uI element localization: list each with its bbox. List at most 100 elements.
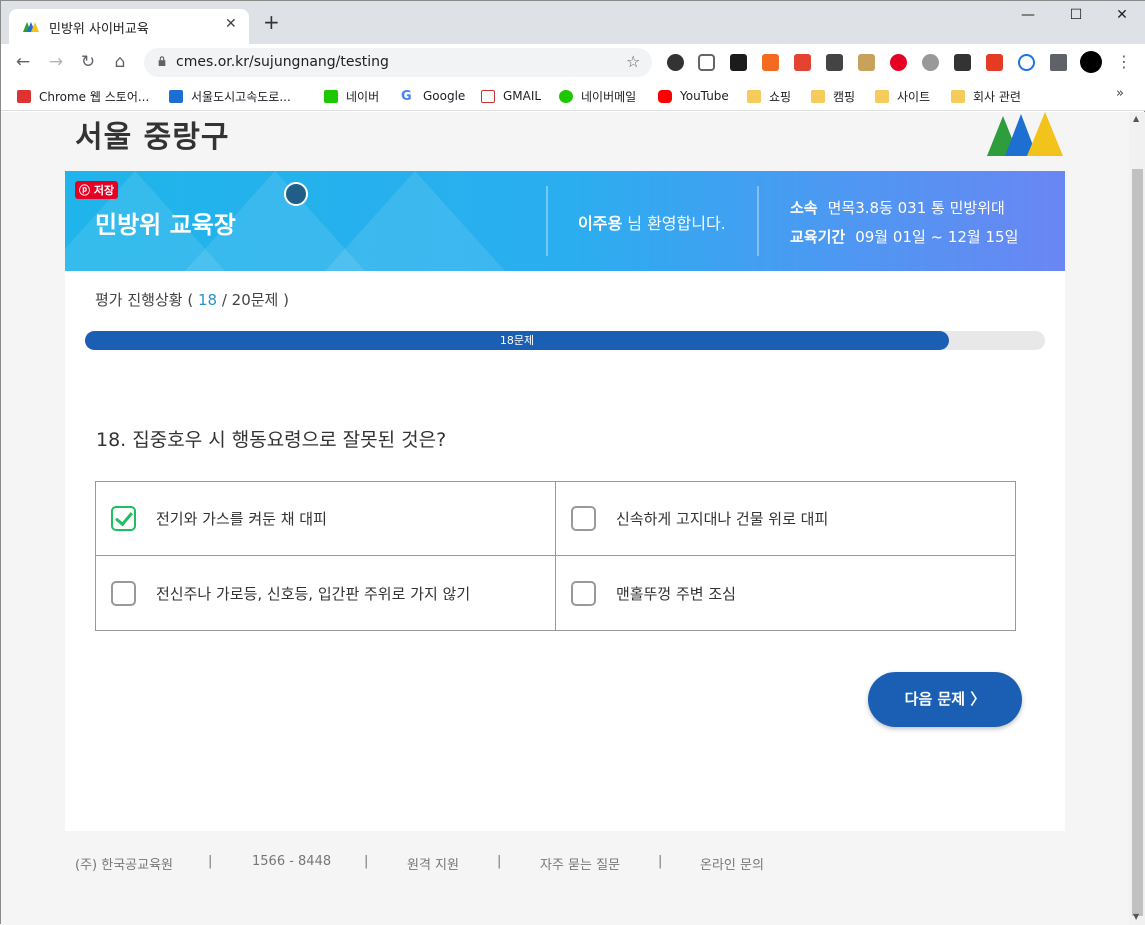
new-tab-button[interactable]: +: [263, 12, 280, 32]
answer-option-3[interactable]: 전신주나 가로등, 신호등, 입간판 주위로 가지 않기: [96, 556, 556, 630]
gmail-icon: [481, 89, 495, 103]
pinterest-icon[interactable]: [890, 54, 907, 71]
extension-e-icon[interactable]: [667, 54, 684, 71]
reload-icon[interactable]: ↻: [77, 52, 99, 72]
footer-company: (주) 한국공교육원: [75, 858, 173, 873]
option-checkbox[interactable]: [571, 580, 596, 606]
url-text: cmes.or.kr/sujungnang/testing: [176, 54, 389, 70]
footer-separator: |: [497, 854, 502, 869]
region-title: 서울 중랑구: [75, 120, 230, 155]
option-checkbox[interactable]: [571, 506, 596, 531]
maximize-button[interactable]: ☐: [1061, 7, 1091, 23]
option-label: 신속하게 고지대나 건물 위로 대피: [616, 510, 829, 528]
bookmark-gmail[interactable]: GMAIL: [481, 86, 541, 106]
tab-strip: 민방위 사이버교육 ✕ + — ☐ ✕: [1, 1, 1145, 44]
period-info: 교육기간 09월 01일 ~ 12월 15일: [790, 228, 1019, 246]
vertical-scrollbar[interactable]: ▲ ▼: [1129, 112, 1145, 925]
banner-divider: [757, 186, 759, 256]
answer-option-2[interactable]: 신속하게 고지대나 건물 위로 대피: [556, 482, 1016, 556]
naver-mail-icon: [559, 89, 573, 103]
footer-separator: |: [364, 854, 369, 869]
folder-icon: [875, 89, 889, 103]
folder-icon: [811, 89, 825, 103]
answer-option-1[interactable]: 전기와 가스를 켜둔 채 대피: [96, 482, 556, 556]
pinterest-save-button[interactable]: ⓟ 저장: [75, 181, 119, 199]
next-question-button[interactable]: 다음 문제 〉: [868, 672, 1022, 727]
expressway-icon: [169, 89, 183, 103]
footer-phone: 1566 - 8448: [252, 854, 332, 869]
option-label: 맨홀뚜껑 주변 조심: [616, 584, 736, 603]
bookmark-folder-shopping[interactable]: 쇼핑: [747, 86, 791, 106]
site-favicon-icon: [23, 22, 39, 32]
profile-avatar[interactable]: [1080, 51, 1102, 73]
scrollbar-thumb[interactable]: [1132, 169, 1143, 916]
footer: (주) 한국공교육원 | 1566 - 8448 | 원격 지원 | 자주 묻는…: [1, 854, 1129, 884]
youtube-icon: [658, 89, 672, 103]
bookmark-folder-sites[interactable]: 사이트: [875, 86, 930, 106]
browser-tab[interactable]: 민방위 사이버교육 ✕: [9, 9, 249, 44]
user-name: 이주용: [578, 214, 623, 233]
bookmark-expressway[interactable]: 서울도시고속도로...: [169, 86, 291, 106]
screenshot-icon[interactable]: [284, 182, 308, 206]
footer-separator: |: [658, 854, 663, 869]
browser-window: 민방위 사이버교육 ✕ + — ☐ ✕ ← → ↻ ⌂ cmes.or.kr/s…: [0, 0, 1145, 925]
extension-n-icon[interactable]: [826, 54, 843, 71]
extension-ex-icon[interactable]: [762, 54, 779, 71]
folder-icon: [951, 89, 965, 103]
scroll-up-icon[interactable]: ▲: [1133, 114, 1139, 123]
extension-image-icon[interactable]: [858, 54, 875, 71]
banner-title: 민방위 교육장: [95, 211, 236, 239]
google-icon: G: [401, 89, 415, 103]
bookmarks-bar: Chrome 웹 스토어... 서울도시고속도로... 네이버 G Google …: [1, 81, 1145, 111]
tab-close-icon[interactable]: ✕: [225, 16, 237, 32]
lock-icon: [158, 56, 166, 66]
progress-bar: 18문제: [85, 331, 1045, 350]
forward-arrow-icon[interactable]: →: [45, 52, 67, 72]
affiliation-info: 소속 면목3.8동 031 통 민방위대: [790, 199, 1005, 217]
scroll-down-icon[interactable]: ▼: [1133, 912, 1139, 921]
welcome-banner: ⓟ 저장 민방위 교육장 이주용 님 환영합니다. 소속 면목3.8동 031 통…: [65, 171, 1065, 271]
todoist-icon[interactable]: [794, 54, 811, 71]
option-label: 전기와 가스를 켜둔 채 대피: [156, 510, 327, 528]
bookmark-star-icon[interactable]: ☆: [626, 52, 640, 71]
close-window-button[interactable]: ✕: [1107, 7, 1137, 23]
page-viewport: 서울 중랑구 ⓟ 저장 민방위 교육장 이주용 님 환영합니다. 소속 면목3.8…: [1, 112, 1129, 925]
progress-fill: 18문제: [85, 331, 949, 350]
extension-infinity-icon[interactable]: [1018, 54, 1035, 71]
naver-icon: [324, 89, 338, 103]
back-arrow-icon[interactable]: ←: [12, 52, 34, 72]
extension-red-icon[interactable]: [986, 54, 1003, 71]
bookmark-folder-company[interactable]: 회사 관련: [951, 86, 1021, 106]
option-label: 전신주나 가로등, 신호등, 입간판 주위로 가지 않기: [156, 584, 471, 603]
footer-separator: |: [208, 854, 213, 869]
banner-divider: [546, 186, 548, 256]
answer-options: 전기와 가스를 켜둔 채 대피 신속하게 고지대나 건물 위로 대피 전신주나 …: [95, 481, 1016, 631]
option-checkbox[interactable]: [111, 580, 136, 606]
site-logo: [987, 112, 1063, 156]
menu-dots-icon[interactable]: ⋮: [1113, 52, 1135, 71]
bookmark-google[interactable]: G Google: [401, 86, 465, 106]
progress-status: 평가 진행상황 ( 18 / 20문제 ): [95, 291, 289, 309]
home-icon[interactable]: ⌂: [109, 52, 131, 72]
bookmark-youtube[interactable]: YouTube: [658, 86, 729, 106]
bookmark-naver-mail[interactable]: 네이버메일: [559, 86, 636, 106]
extension-a-icon[interactable]: [730, 54, 747, 71]
share-icon[interactable]: [922, 54, 939, 71]
option-checkbox[interactable]: [111, 506, 136, 531]
bookmark-chrome-store[interactable]: Chrome 웹 스토어...: [17, 86, 149, 106]
bookmark-folder-camping[interactable]: 캠핑: [811, 86, 855, 106]
question-text: 18. 집중호우 시 행동요령으로 잘못된 것은?: [96, 429, 447, 451]
footer-inquiry-link[interactable]: 온라인 문의: [700, 854, 764, 873]
footer-faq-link[interactable]: 자주 묻는 질문: [540, 854, 620, 873]
bookmarks-more-icon[interactable]: »: [1116, 86, 1124, 101]
extensions-puzzle-icon[interactable]: [1050, 54, 1067, 71]
folder-icon: [747, 89, 761, 103]
tab-title: 민방위 사이버교육: [49, 22, 149, 37]
footer-remote-support-link[interactable]: 원격 지원: [407, 854, 459, 873]
pocket-icon[interactable]: [698, 54, 715, 71]
minimize-button[interactable]: —: [1013, 7, 1043, 23]
bookmark-naver[interactable]: 네이버: [324, 86, 379, 106]
extension-i-icon[interactable]: [954, 54, 971, 71]
answer-option-4[interactable]: 맨홀뚜껑 주변 조심: [556, 556, 1016, 630]
address-bar[interactable]: cmes.or.kr/sujungnang/testing ☆: [144, 48, 652, 77]
